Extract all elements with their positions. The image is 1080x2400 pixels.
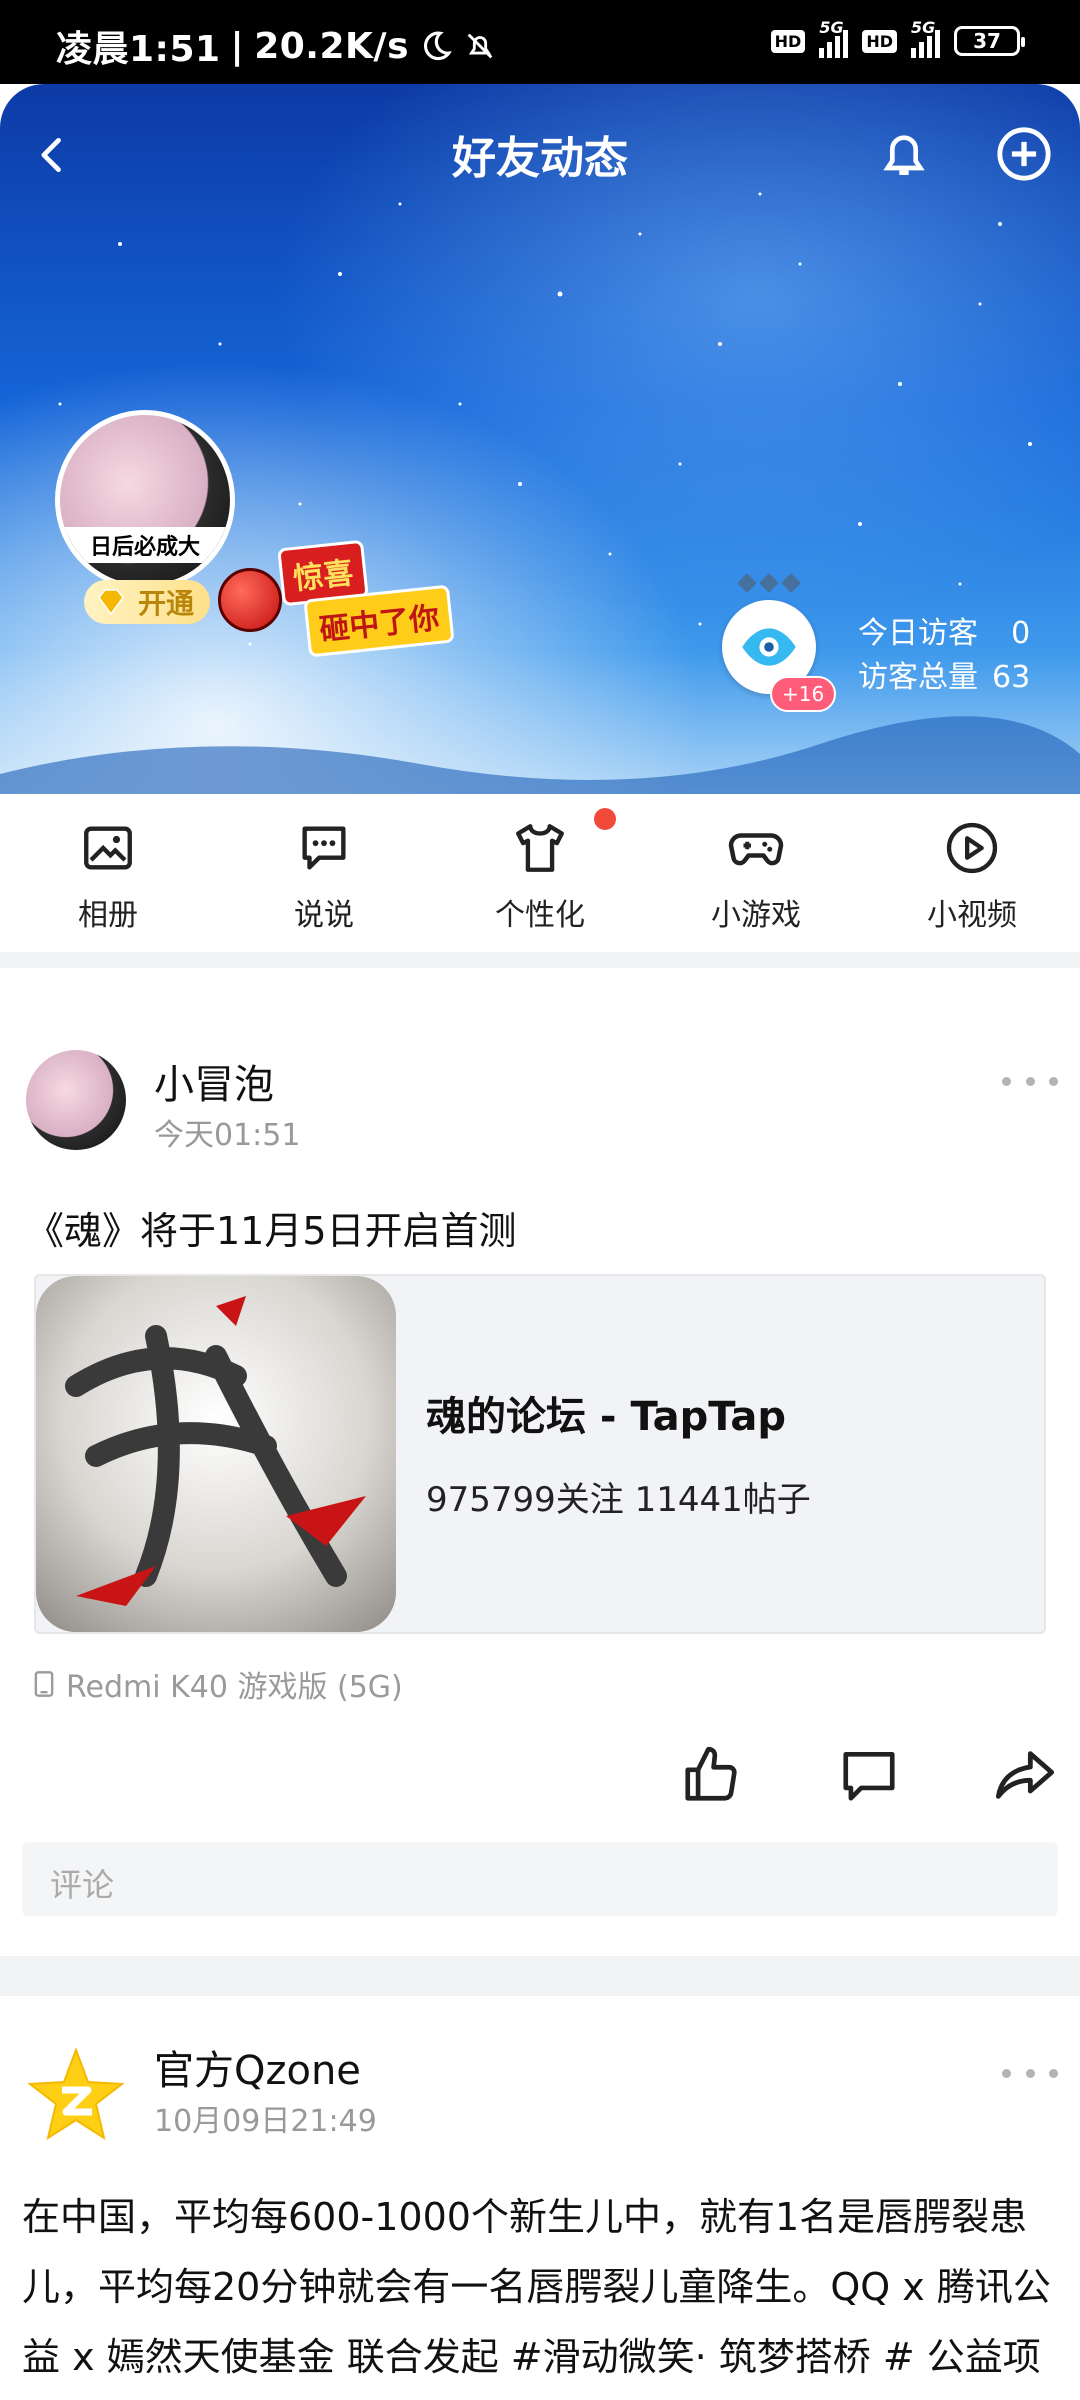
new-dot-badge	[594, 808, 616, 830]
today-visitors-row: 今日访客 0	[858, 612, 1030, 656]
shortcut-label: 相册	[78, 898, 138, 933]
share-button[interactable]	[990, 1740, 1060, 1810]
author-name[interactable]: 小冒泡	[154, 1052, 274, 1110]
section-divider	[0, 1956, 1080, 1996]
bell-icon	[883, 135, 925, 175]
qzone-star-icon	[27, 2047, 125, 2141]
promo-banner[interactable]: 惊喜 砸中了你	[210, 539, 470, 658]
thumbs-up-icon	[685, 1746, 737, 1801]
status-net-speed: 20.2K/s	[254, 25, 409, 67]
today-visitors-label: 今日访客	[858, 616, 978, 651]
shortcut-moments[interactable]: 说说	[216, 794, 432, 952]
total-visitors-value: 63	[992, 660, 1031, 695]
photo-album-icon	[78, 818, 138, 878]
post-text: 《魂》将于11月5日开启首测	[26, 1209, 517, 1253]
sparkle-icon	[737, 573, 801, 593]
vip-label: 开通	[138, 587, 195, 620]
vip-open-button[interactable]: 开通	[84, 580, 211, 624]
more-options-button[interactable]	[1002, 1066, 1058, 1096]
shortcut-label: 说说	[294, 898, 354, 933]
post-time: 10月09日21:49	[154, 2104, 377, 2139]
comment-button[interactable]	[834, 1740, 904, 1810]
new-visitor-badge: +16	[770, 676, 837, 712]
shortcut-label: 小视频	[927, 898, 1017, 933]
total-visitors-row: 访客总量 63	[858, 656, 1030, 700]
author-name[interactable]: 官方Qzone	[154, 2038, 361, 2096]
user-avatar[interactable]: 日后必成大	[55, 410, 235, 590]
network-type: 5G	[819, 18, 844, 37]
card-subtitle: 975799关注 11441帖子	[426, 1480, 811, 1520]
plus-circle-icon	[997, 127, 1051, 181]
shared-link-card[interactable]: 魂的论坛 - TapTap 975799关注 11441帖子	[34, 1274, 1046, 1634]
notifications-button[interactable]	[868, 118, 940, 190]
header-bar: 好友动态	[0, 84, 1080, 214]
author-avatar[interactable]	[26, 1050, 126, 1150]
hd-badge: HD	[770, 29, 806, 53]
status-divider: |	[230, 25, 245, 67]
post-time: 今天01:51	[154, 1118, 301, 1153]
play-circle-icon	[942, 818, 1002, 878]
avatar-caption: 日后必成大	[60, 527, 230, 563]
shortcut-short-video[interactable]: 小视频	[864, 794, 1080, 952]
gamepad-icon	[726, 818, 786, 878]
comment-icon	[843, 1752, 895, 1801]
device-info: Redmi K40 游戏版 (5G)	[30, 1662, 403, 1706]
shortcut-album[interactable]: 相册	[0, 794, 216, 952]
post-actions	[0, 1740, 1080, 1810]
like-button[interactable]	[676, 1740, 746, 1810]
author-avatar[interactable]	[26, 2046, 126, 2146]
status-right: HD 5G HD 5G 37	[770, 18, 1025, 58]
soul-logo-icon	[65, 1296, 366, 1606]
chat-bubble-icon	[294, 818, 354, 878]
status-time: 凌晨1:51	[56, 29, 221, 70]
today-visitors-value: 0	[1011, 616, 1031, 651]
signal-icon: 5G	[819, 18, 849, 58]
section-divider	[0, 952, 1080, 968]
shortcut-nav: 相册 说说 个性化 小游戏 小视频	[0, 794, 1080, 952]
tshirt-icon	[510, 818, 570, 878]
shortcut-label: 小游戏	[711, 898, 801, 933]
moon-icon	[423, 31, 452, 61]
status-bar: 凌晨1:51 | 20.2K/s HD 5G HD 5G 37	[0, 0, 1080, 84]
status-left: 凌晨1:51 | 20.2K/s	[56, 20, 497, 72]
total-visitors-label: 访客总量	[858, 660, 978, 695]
signal-icon-2: 5G	[911, 18, 940, 58]
network-type-2: 5G	[911, 18, 936, 37]
post-text: 在中国，平均每600-1000个新生儿中，就有1名是唇腭裂患儿，平均每20分钟就…	[22, 2195, 1051, 2379]
share-arrow-icon	[995, 1751, 1055, 1799]
device-label: Redmi K40 游戏版 (5G)	[66, 1670, 403, 1705]
phone-icon	[34, 1671, 54, 1697]
game-thumbnail	[36, 1276, 396, 1632]
visitor-stats[interactable]: 今日访客 0 访客总量 63	[858, 612, 1030, 700]
battery-icon: 37	[954, 26, 1025, 56]
add-post-button[interactable]	[988, 118, 1060, 190]
more-options-button[interactable]	[1002, 2058, 1058, 2088]
lucky-ball-icon	[218, 568, 282, 632]
shortcut-label: 个性化	[495, 898, 585, 933]
comment-input[interactable]: 评论	[22, 1842, 1058, 1916]
diamond-icon	[98, 589, 124, 616]
mute-bell-icon	[467, 33, 493, 59]
shortcut-minigames[interactable]: 小游戏	[648, 794, 864, 952]
eye-icon	[742, 628, 796, 666]
card-title: 魂的论坛 - TapTap	[426, 1394, 786, 1440]
hd-badge-2: HD	[862, 29, 897, 53]
